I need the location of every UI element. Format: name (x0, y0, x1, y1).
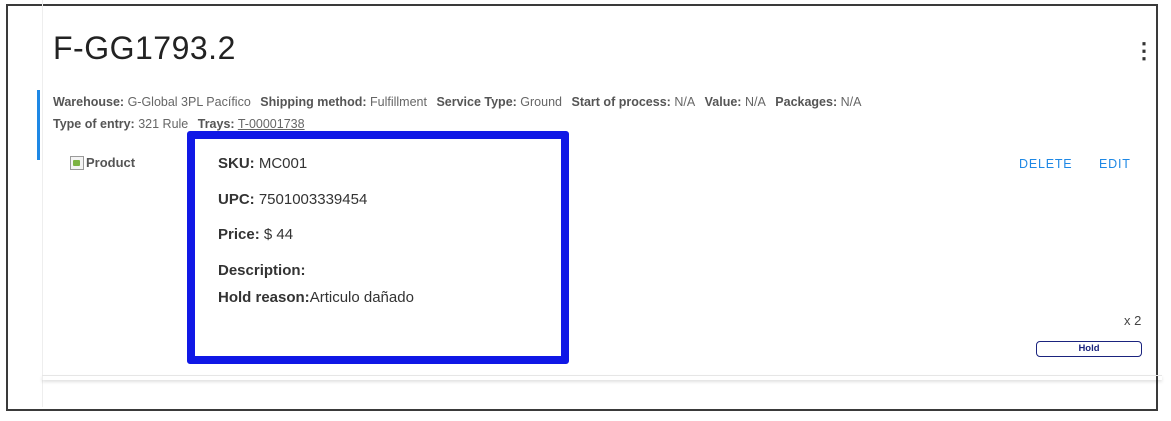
more-options-icon[interactable]: ⋮ (1133, 40, 1155, 62)
value-label: Value: (704, 95, 742, 109)
delete-button[interactable]: DELETE (1019, 157, 1072, 171)
price-label: Price: (218, 226, 260, 243)
hold-reason-value: Articulo dañado (309, 289, 414, 306)
sku-value: MC001 (258, 155, 308, 172)
order-meta-row-1: Warehouse: G-Global 3PL Pacífico Shippin… (53, 95, 867, 109)
type-of-entry-value: 321 Rule (138, 117, 189, 131)
order-title: F-GG1793.2 (53, 30, 236, 66)
description-line: Description: (218, 262, 306, 279)
packages-value: N/A (840, 95, 862, 109)
card-left-rule (42, 0, 43, 407)
trays-value[interactable]: T-00001738 (238, 117, 305, 131)
start-of-process-value: N/A (674, 95, 696, 109)
service-type-value: Ground (520, 95, 562, 109)
hold-reason-line: Hold reason:Articulo dañado (218, 289, 414, 306)
quantity-label: x 2 (1124, 313, 1142, 328)
product-image-alt: Product (86, 155, 136, 170)
start-of-process-label: Start of process: (571, 95, 671, 109)
hold-reason-label: Hold reason: (218, 289, 310, 306)
hold-button[interactable]: Hold (1036, 341, 1142, 357)
order-meta-row-2: Type of entry: 321 Rule Trays: T-0000173… (53, 117, 311, 131)
trays-label: Trays: (197, 117, 235, 131)
product-image: Product (70, 155, 135, 170)
shipping-method-label: Shipping method: (260, 95, 367, 109)
packages-label: Packages: (775, 95, 838, 109)
shipping-method-value: Fulfillment (369, 95, 427, 109)
edit-button[interactable]: EDIT (1099, 157, 1131, 171)
warehouse-value: G-Global 3PL Pacífico (127, 95, 251, 109)
upc-line: UPC: 7501003339454 (218, 191, 367, 208)
value-value: N/A (744, 95, 766, 109)
sku-line: SKU: MC001 (218, 155, 307, 172)
warehouse-label: Warehouse: (53, 95, 125, 109)
upc-label: UPC: (218, 191, 255, 208)
card-accent-bar (37, 90, 40, 160)
description-label: Description: (218, 262, 306, 279)
service-type-label: Service Type: (436, 95, 517, 109)
price-value: $ 44 (263, 226, 294, 243)
broken-image-icon (70, 155, 84, 170)
type-of-entry-label: Type of entry: (53, 117, 135, 131)
upc-value: 7501003339454 (258, 191, 368, 208)
price-line: Price: $ 44 (218, 226, 293, 243)
sku-label: SKU: (218, 155, 255, 172)
card-bottom-edge (42, 375, 1162, 380)
